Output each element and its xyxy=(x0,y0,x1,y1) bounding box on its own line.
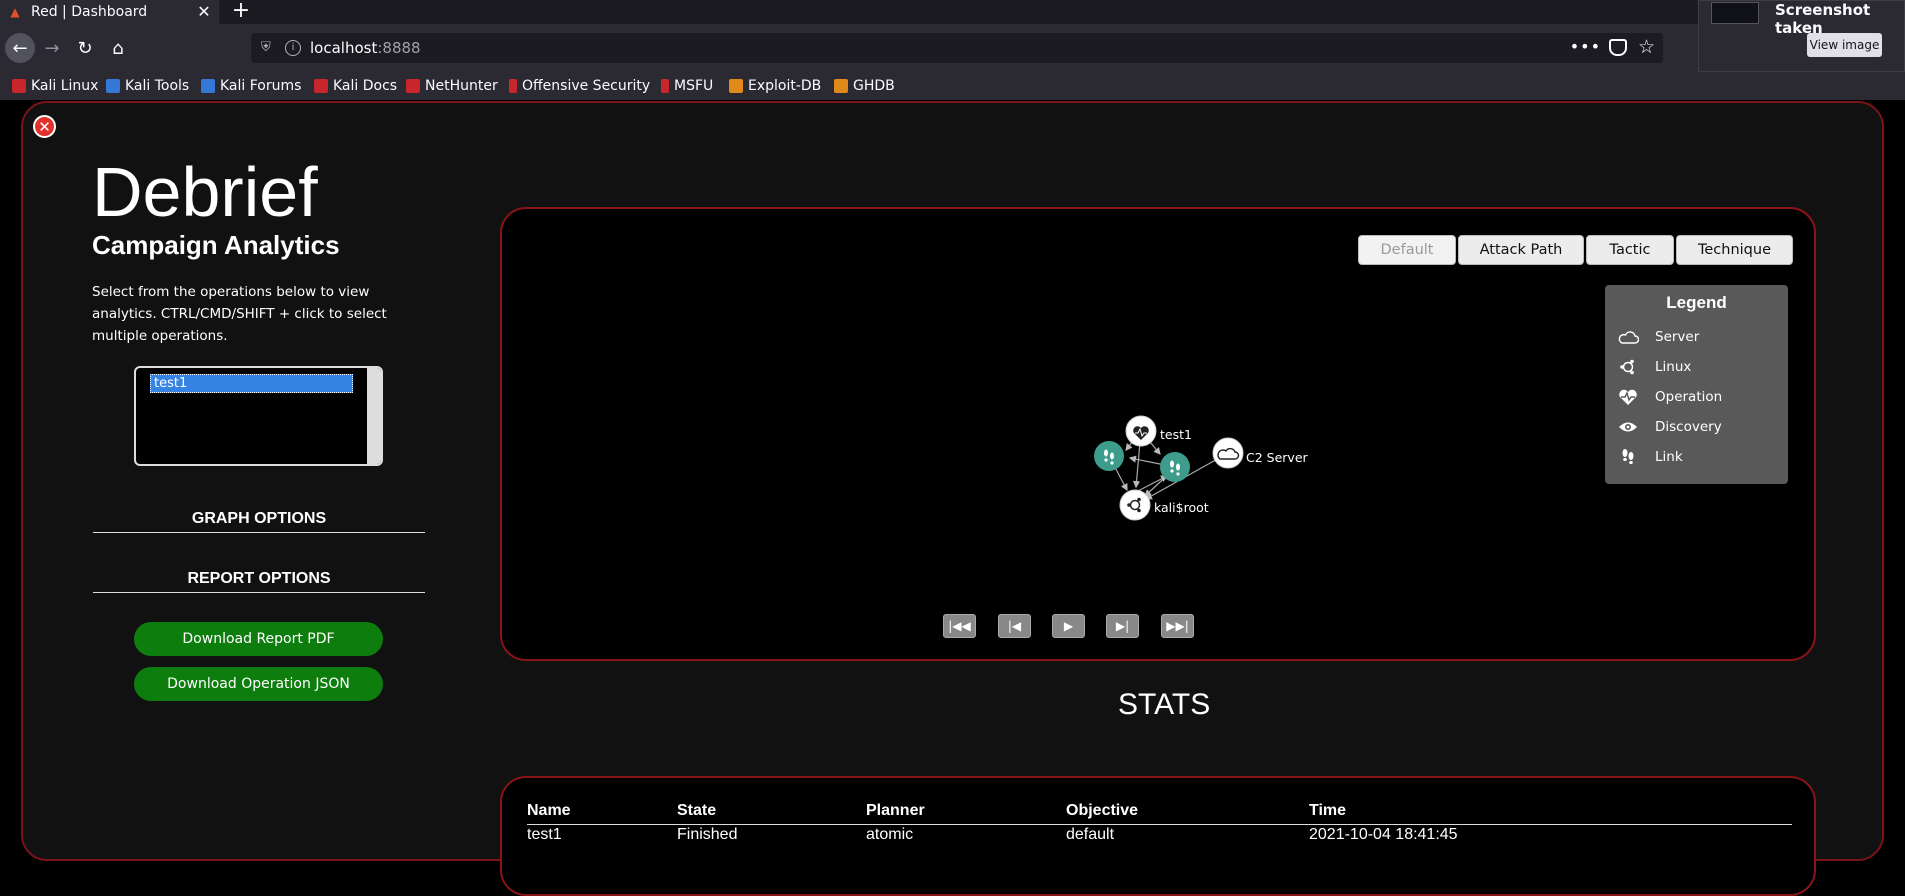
bookmark-nethunter[interactable]: NetHunter xyxy=(406,76,498,96)
exploit-db-icon xyxy=(729,79,743,93)
nethunter-icon xyxy=(406,79,420,93)
footsteps-icon xyxy=(1617,447,1639,467)
new-tab-icon[interactable]: + xyxy=(230,0,252,24)
legend-label: Operation xyxy=(1655,389,1723,405)
view-default-button[interactable]: Default xyxy=(1358,235,1456,265)
legend-label: Server xyxy=(1655,329,1700,345)
shield-icon[interactable]: ⛨ xyxy=(261,40,275,56)
stats-title: STATS xyxy=(1118,688,1211,721)
download-operation-json-button[interactable]: Download Operation JSON xyxy=(134,667,383,701)
kali-favicon-icon: ▲ xyxy=(10,5,20,19)
bookmark-label: Kali Forums xyxy=(220,78,302,94)
bookmark-label: Kali Linux xyxy=(31,78,99,94)
screenshot-notification: Screenshot taken View image xyxy=(1698,0,1905,72)
bookmark-label: MSFU xyxy=(674,78,714,94)
tab-title: Red | Dashboard xyxy=(31,4,148,20)
legend: Legend Server Linux Operation Discovery xyxy=(1605,285,1788,484)
stats-cell-objective: default xyxy=(1066,826,1115,843)
view-tactic-button[interactable]: Tactic xyxy=(1586,235,1674,265)
kali-icon xyxy=(12,79,26,93)
bookmark-label: Exploit-DB xyxy=(748,78,822,94)
stats-header-time: Time xyxy=(1309,802,1347,819)
bookmarks-bar: Kali Linux Kali Tools Kali Forums Kali D… xyxy=(0,72,1905,100)
page-subtitle: Campaign Analytics xyxy=(92,230,340,260)
tab-bar: ▲ Red | Dashboard ✕ + xyxy=(0,0,1905,24)
linux-icon xyxy=(1617,357,1639,377)
url-text[interactable]: localhost:8888 xyxy=(310,39,421,57)
graph-panel: Default Attack Path Tactic Technique Leg… xyxy=(500,207,1816,661)
screenshot-thumbnail[interactable] xyxy=(1711,2,1759,24)
ghdb-icon xyxy=(834,79,848,93)
forward-icon[interactable]: → xyxy=(37,33,67,63)
operations-scrollbar[interactable] xyxy=(367,368,381,464)
navigation-bar: ← → ↻ ⌂ ⛨ i localhost:8888 ••• ☆ xyxy=(0,24,1905,72)
close-icon[interactable]: ✕ xyxy=(33,115,56,138)
bookmark-kali-linux[interactable]: Kali Linux xyxy=(12,76,98,96)
bookmark-label: Kali Tools xyxy=(125,78,190,94)
operation-option[interactable]: test1 xyxy=(150,374,353,393)
bookmark-ghdb[interactable]: GHDB xyxy=(834,76,895,96)
legend-label: Linux xyxy=(1655,359,1692,375)
heartbeat-icon xyxy=(1617,387,1639,407)
stats-header-objective: Objective xyxy=(1066,802,1139,819)
stats-header-divider xyxy=(527,824,1792,825)
description-text: Select from the operations below to view… xyxy=(92,284,387,344)
tab-dashboard[interactable]: ▲ Red | Dashboard ✕ xyxy=(0,0,219,24)
stats-cell-name: test1 xyxy=(527,826,562,843)
stats-cell-planner: atomic xyxy=(866,826,914,843)
stats-cell-time: 2021-10-04 18:41:45 xyxy=(1309,826,1458,843)
back-icon[interactable]: ← xyxy=(5,33,35,63)
bookmark-kali-tools[interactable]: Kali Tools xyxy=(106,76,189,96)
bookmark-label: GHDB xyxy=(853,78,895,94)
next-step-button[interactable]: ▶| xyxy=(1106,614,1139,638)
pocket-icon[interactable] xyxy=(1609,39,1627,56)
operations-select[interactable]: test1 xyxy=(134,366,383,466)
view-technique-button[interactable]: Technique xyxy=(1676,235,1793,265)
bookmark-msfu[interactable]: MSFU xyxy=(661,76,713,96)
kali-docs-icon xyxy=(314,79,328,93)
bookmark-exploit-db[interactable]: Exploit-DB xyxy=(729,76,821,96)
bookmark-kali-forums[interactable]: Kali Forums xyxy=(201,76,301,96)
stats-cell-state: Finished xyxy=(677,826,738,843)
first-step-button[interactable]: |◀◀ xyxy=(943,614,976,638)
legend-label: Discovery xyxy=(1655,419,1722,435)
bookmark-star-icon[interactable]: ☆ xyxy=(1638,36,1655,58)
kali-tools-icon xyxy=(106,79,120,93)
bookmark-kali-docs[interactable]: Kali Docs xyxy=(314,76,397,96)
stats-header-name: Name xyxy=(527,802,571,819)
legend-title: Legend xyxy=(1666,293,1727,312)
stats-header-planner: Planner xyxy=(866,802,925,819)
bookmark-label: Offensive Security xyxy=(522,78,651,94)
url-port: :8888 xyxy=(377,39,421,57)
msfu-icon xyxy=(661,79,669,93)
page-title: Debrief xyxy=(92,153,318,231)
page-actions-icon[interactable]: ••• xyxy=(1570,37,1601,56)
cloud-icon xyxy=(1617,327,1639,347)
download-report-pdf-button[interactable]: Download Report PDF xyxy=(134,622,383,656)
info-icon[interactable]: i xyxy=(285,40,301,56)
offsec-icon xyxy=(509,79,517,93)
home-icon[interactable]: ⌂ xyxy=(103,33,133,63)
reload-icon[interactable]: ↻ xyxy=(70,33,100,63)
stats-header-state: State xyxy=(677,802,717,819)
bookmark-label: NetHunter xyxy=(425,78,498,94)
kali-forums-icon xyxy=(201,79,215,93)
graph-options-header[interactable]: GRAPH OPTIONS xyxy=(93,510,425,533)
url-host: localhost xyxy=(310,39,378,57)
play-button[interactable]: ▶ xyxy=(1052,614,1085,638)
bookmark-offensive-security[interactable]: Offensive Security xyxy=(509,76,650,96)
url-bar[interactable]: ⛨ i localhost:8888 ••• ☆ xyxy=(251,33,1663,63)
eye-icon xyxy=(1617,417,1639,437)
report-options-header[interactable]: REPORT OPTIONS xyxy=(93,570,425,593)
view-attack-path-button[interactable]: Attack Path xyxy=(1458,235,1584,265)
previous-step-button[interactable]: |◀ xyxy=(998,614,1031,638)
notification-title: Screenshot taken xyxy=(1775,1,1871,37)
legend-label: Link xyxy=(1655,449,1683,465)
tab-close-icon[interactable]: ✕ xyxy=(195,2,213,22)
last-step-button[interactable]: ▶▶| xyxy=(1161,614,1194,638)
view-image-button[interactable]: View image xyxy=(1807,33,1882,57)
bookmark-label: Kali Docs xyxy=(333,78,398,94)
